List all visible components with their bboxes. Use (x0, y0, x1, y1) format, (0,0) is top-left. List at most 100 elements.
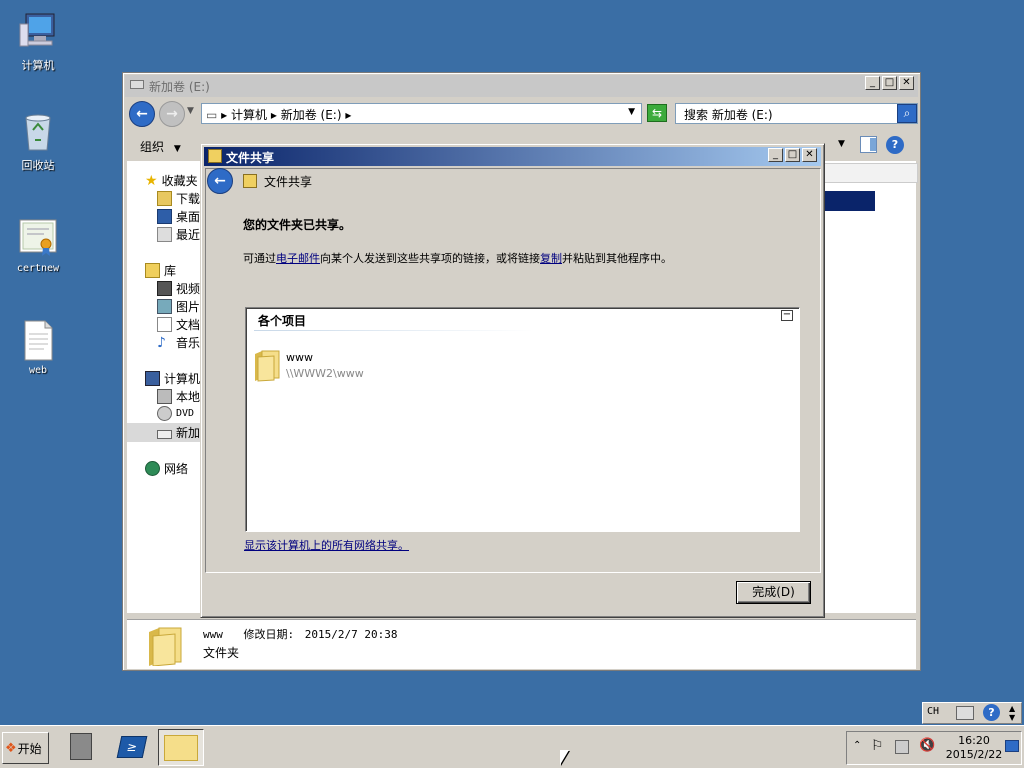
network-status-icon[interactable] (895, 740, 909, 754)
nav-label: 计算机 (164, 372, 201, 386)
flag-icon[interactable]: ⚐ (871, 738, 884, 754)
maximize-button[interactable]: □ (882, 76, 897, 90)
file-sharing-dialog: 文件共享 _ □ ✕ ← 文件共享 您的文件夹已共享。 可通过电子邮件向某个人发… (200, 143, 825, 618)
nav-pictures[interactable]: 图片 (157, 298, 200, 315)
nav-computer[interactable]: 计算机 (145, 370, 200, 387)
copy-link[interactable]: 复制 (540, 252, 562, 265)
windows-logo-icon: ❖ (5, 740, 17, 756)
langbar-options-icon[interactable]: ▲ ▼ (1009, 704, 1015, 722)
nav-new-volume[interactable]: 新加 (157, 424, 200, 441)
search-input[interactable]: 搜索 新加卷 (E:) (675, 103, 918, 124)
chevron-right-icon[interactable]: ▸ (221, 108, 231, 122)
details-name-row: www 修改日期: 2015/2/7 20:38 (203, 626, 397, 642)
language-bar: CH ? ▲ ▼ (922, 702, 1022, 724)
nav-label: 库 (164, 264, 177, 278)
address-dropdown-icon[interactable]: ▼ (628, 107, 635, 117)
breadcrumb-computer[interactable]: 计算机 (231, 108, 267, 122)
nav-label: 桌面 (176, 210, 201, 224)
server-manager-button[interactable] (64, 730, 100, 764)
email-link[interactable]: 电子邮件 (276, 252, 320, 265)
selected-row[interactable] (823, 191, 875, 211)
show-desktop-icon[interactable] (1005, 740, 1019, 752)
desktop-icon-label: certnew (16, 263, 60, 274)
start-label: 开始 (17, 741, 42, 756)
breadcrumb-volume[interactable]: 新加卷 (E:) (281, 108, 342, 122)
computer-icon (145, 371, 160, 386)
minimize-button[interactable]: _ (865, 76, 880, 90)
clock[interactable]: 16:20 2015/2/22 (945, 734, 1003, 762)
column-header[interactable] (823, 163, 918, 183)
forward-arrow-icon[interactable]: → (159, 101, 185, 127)
dialog-titlebar[interactable]: 文件共享 (204, 147, 821, 166)
server-manager-icon (70, 733, 92, 760)
video-icon (157, 281, 172, 296)
drive-icon: ▭ (206, 108, 218, 122)
help-icon[interactable]: ? (983, 704, 1000, 721)
nav-favorites[interactable]: ★ 收藏夹 (145, 172, 198, 189)
shared-item[interactable]: www \\WWW2\www (250, 346, 550, 386)
back-arrow-icon[interactable]: ← (129, 101, 155, 127)
nav-label: 下载 (176, 192, 201, 206)
explorer-titlebar[interactable]: 新加卷 (E:) (125, 75, 918, 97)
nav-network[interactable]: 网络 (145, 460, 188, 477)
maximize-button[interactable]: □ (785, 148, 800, 162)
desktop-certnew[interactable]: certnew (0, 216, 76, 274)
volume-muted-icon[interactable]: 🔇 (919, 738, 935, 753)
local-disk-icon (157, 389, 172, 404)
show-hidden-icons-chevron[interactable]: ⌃ (853, 740, 861, 751)
recent-pages-chevron-icon[interactable]: ▼ (187, 106, 194, 116)
explorer-title: 新加卷 (E:) (149, 80, 210, 94)
nav-videos[interactable]: 视频 (157, 280, 200, 297)
desktop-icon-label: 计算机 (21, 59, 55, 72)
clock-time: 16:20 (958, 734, 990, 747)
explorer-taskbar-button[interactable] (158, 729, 204, 766)
nav-local-disk[interactable]: 本地 (157, 388, 200, 405)
nav-desktop[interactable]: 桌面 (157, 208, 200, 225)
mouse-cursor-icon (560, 750, 569, 765)
back-arrow-icon[interactable]: ← (207, 168, 233, 194)
done-button[interactable]: 完成(D) (736, 581, 811, 604)
dialog-title: 文件共享 (226, 151, 275, 165)
language-indicator[interactable]: CH (927, 706, 939, 717)
organize-button[interactable]: 组织 ▼ (140, 138, 181, 155)
powershell-icon: ≥ (116, 736, 148, 758)
dialog-heading: 您的文件夹已共享。 (243, 218, 352, 232)
details-name: www (203, 628, 223, 641)
start-button[interactable]: ❖ 开始 (2, 732, 49, 764)
keyboard-icon[interactable] (956, 706, 974, 720)
nav-downloads[interactable]: 下载 (157, 190, 200, 207)
nav-libraries[interactable]: 库 (145, 262, 176, 279)
nav-recent[interactable]: 最近 (157, 226, 200, 243)
nav-music[interactable]: ♪ 音乐 (157, 334, 200, 351)
music-icon: ♪ (157, 334, 166, 351)
shared-item-path: \\WWW2\www (286, 367, 364, 380)
minimize-button[interactable]: _ (768, 148, 783, 162)
preview-pane-icon[interactable] (860, 136, 877, 153)
dialog-description: 可通过电子邮件向某个人发送到这些共享项的链接，或将链接复制并粘贴到其他程序中。 (243, 250, 672, 266)
details-modified-label: 修改日期: (243, 628, 295, 641)
powershell-button[interactable]: ≥ (114, 730, 150, 764)
show-all-shares-link[interactable]: 显示该计算机上的所有网络共享。 (244, 537, 409, 553)
close-button[interactable]: ✕ (802, 148, 817, 162)
search-icon[interactable]: ⌕ (897, 104, 917, 123)
help-icon[interactable]: ? (886, 136, 904, 154)
views-dropdown-icon[interactable]: ▼ (838, 139, 845, 149)
document-icon (16, 318, 60, 362)
nav-documents[interactable]: 文档 (157, 316, 200, 333)
refresh-icon[interactable]: ⇆ (647, 104, 667, 122)
close-button[interactable]: ✕ (899, 76, 914, 90)
nav-dvd[interactable]: DVD (157, 406, 194, 421)
nav-label: 本地 (176, 390, 201, 404)
address-bar[interactable]: ▭ ▸ 计算机 ▸ 新加卷 (E:) ▸ ▼ (201, 103, 642, 124)
nav-label: DVD (176, 408, 195, 419)
collapse-icon[interactable]: − (781, 310, 793, 321)
details-pane: www 修改日期: 2015/2/7 20:38 文件夹 (127, 619, 916, 669)
chevron-right-icon[interactable]: ▸ (271, 108, 281, 122)
desktop-recycle-bin[interactable]: 回收站 (0, 110, 76, 173)
desktop-computer[interactable]: 计算机 (0, 10, 76, 73)
clock-date: 2015/2/22 (945, 748, 1003, 761)
desktop-web[interactable]: web (0, 318, 76, 376)
desc-middle: 向某个人发送到这些共享项的链接，或将链接 (320, 252, 540, 265)
chevron-right-icon[interactable]: ▸ (345, 108, 351, 122)
network-icon (145, 461, 160, 476)
